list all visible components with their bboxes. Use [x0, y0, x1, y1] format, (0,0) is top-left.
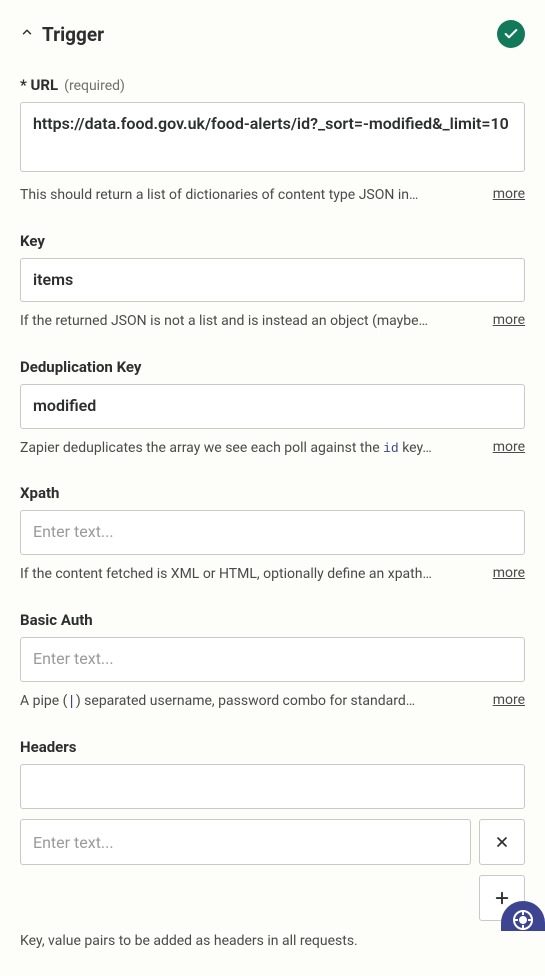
xpath-label: Xpath	[20, 484, 525, 502]
field-key: Key If the returned JSON is not a list a…	[20, 232, 525, 332]
dedup-help-text: Zapier deduplicates the array we see eac…	[20, 439, 481, 459]
field-dedup: Deduplication Key Zapier deduplicates th…	[20, 358, 525, 458]
url-label: URL	[31, 76, 59, 94]
field-basic-auth: Basic Auth A pipe (|) separated username…	[20, 611, 525, 712]
required-asterisk: *	[20, 76, 27, 94]
basic-auth-more-link[interactable]: more	[493, 692, 525, 708]
headers-help-text: Key, value pairs to be added as headers …	[20, 933, 525, 949]
section-header: Trigger	[20, 20, 525, 48]
dedup-more-link[interactable]: more	[493, 439, 525, 455]
remove-header-button[interactable]	[479, 819, 525, 865]
required-text: (required)	[64, 78, 125, 94]
basic-auth-label: Basic Auth	[20, 611, 525, 629]
headers-value-input[interactable]	[20, 819, 471, 865]
dedup-input[interactable]	[20, 384, 525, 429]
url-input[interactable]: https://data.food.gov.uk/food-alerts/id?…	[20, 102, 525, 172]
basic-auth-help-text: A pipe (|) separated username, password …	[20, 692, 481, 713]
key-input[interactable]	[20, 258, 525, 303]
xpath-help-text: If the content fetched is XML or HTML, o…	[20, 565, 481, 585]
xpath-more-link[interactable]: more	[493, 565, 525, 581]
url-help-text: This should return a list of dictionarie…	[20, 186, 481, 206]
basic-auth-input[interactable]	[20, 637, 525, 682]
status-check-icon	[497, 20, 525, 48]
field-headers: Headers Key, value pairs to be added as …	[20, 738, 525, 949]
key-more-link[interactable]: more	[493, 312, 525, 328]
url-more-link[interactable]: more	[493, 186, 525, 202]
headers-key-input[interactable]	[20, 764, 525, 809]
dedup-label: Deduplication Key	[20, 358, 525, 376]
headers-label: Headers	[20, 738, 525, 756]
chevron-up-icon[interactable]	[20, 25, 34, 43]
key-label: Key	[20, 232, 525, 250]
field-url: * URL (required) https://data.food.gov.u…	[20, 76, 525, 206]
key-help-text: If the returned JSON is not a list and i…	[20, 312, 481, 332]
xpath-input[interactable]	[20, 510, 525, 555]
field-xpath: Xpath If the content fetched is XML or H…	[20, 484, 525, 584]
section-title: Trigger	[42, 23, 104, 46]
